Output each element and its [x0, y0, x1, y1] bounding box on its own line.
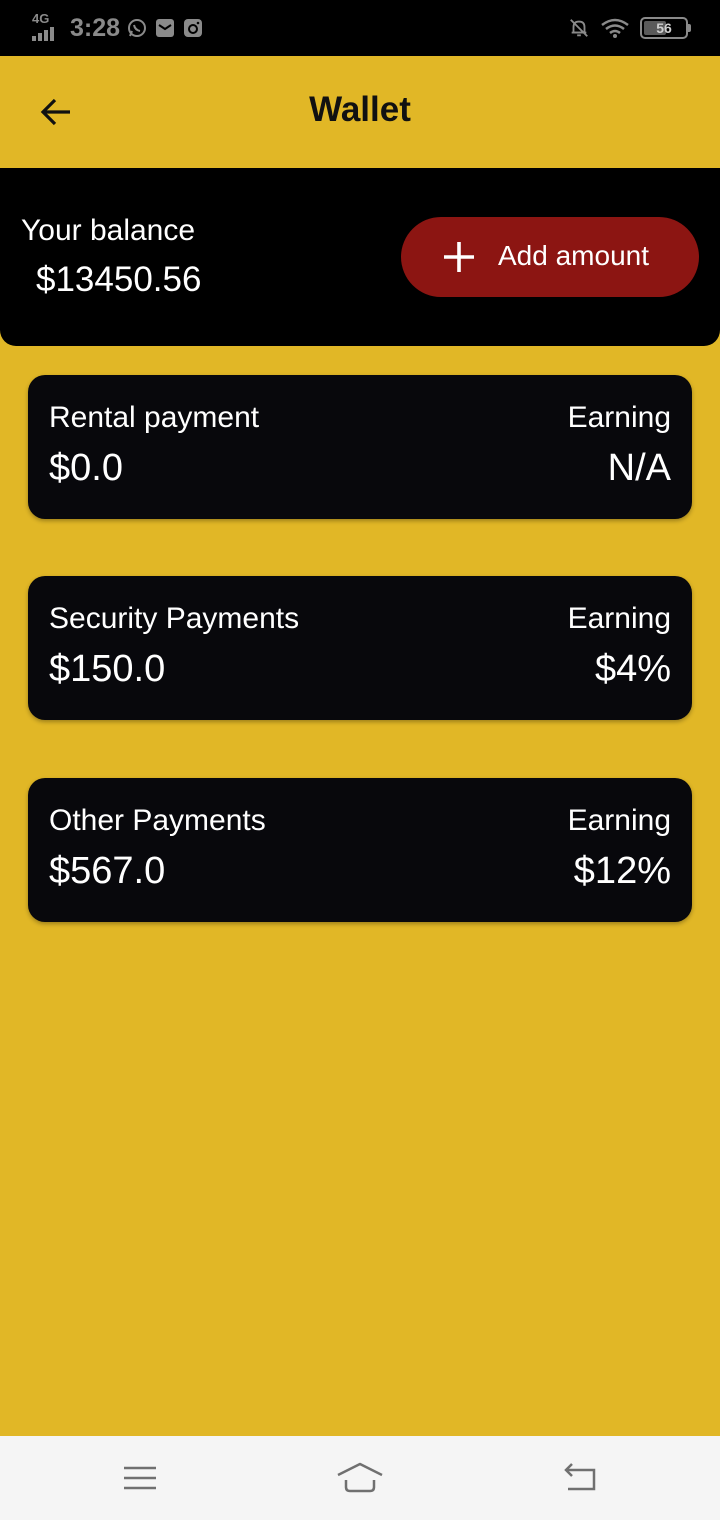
status-time: 3:28	[70, 13, 121, 42]
add-amount-label: Add amount	[498, 240, 649, 271]
payment-card-security[interactable]: Security Payments $150.0 Earning $4%	[28, 576, 692, 720]
status-right: 56	[568, 14, 691, 42]
earning-label: Earning	[567, 401, 671, 434]
earning-value: N/A	[607, 447, 671, 489]
card-amount: $150.0	[49, 648, 166, 690]
add-amount-button[interactable]: Add amount	[401, 217, 699, 297]
instagram-icon	[182, 17, 204, 39]
earning-value: $12%	[573, 850, 671, 892]
wifi-icon	[600, 17, 630, 39]
app-bar: Wallet	[0, 56, 720, 168]
whatsapp-icon	[126, 17, 148, 39]
balance-value: $13450.56	[36, 260, 202, 299]
back-nav-button[interactable]	[557, 1456, 603, 1500]
menu-icon	[124, 1466, 156, 1490]
earning-label: Earning	[567, 602, 671, 635]
home-button[interactable]	[335, 1456, 385, 1500]
earning-label: Earning	[567, 804, 671, 837]
balance-panel: Your balance $13450.56 Add amount	[0, 168, 720, 346]
battery-level: 56	[656, 20, 672, 36]
payment-card-other[interactable]: Other Payments $567.0 Earning $12%	[28, 778, 692, 922]
card-label: Security Payments	[49, 602, 300, 635]
menu-button[interactable]	[117, 1456, 163, 1500]
payment-card-rental[interactable]: Rental payment $0.0 Earning N/A	[28, 375, 692, 519]
status-bar: 4G 3:28 56	[0, 0, 720, 56]
bell-off-icon	[568, 17, 590, 39]
status-left: 4G 3:28	[32, 11, 204, 44]
card-label: Rental payment	[49, 401, 260, 434]
network-type: 4G	[32, 11, 50, 26]
card-amount: $0.0	[49, 447, 123, 489]
system-nav-bar	[0, 1436, 720, 1520]
battery-icon: 56	[640, 17, 691, 39]
plus-icon	[444, 242, 474, 272]
signal-indicator: 4G	[32, 11, 62, 43]
home-icon	[337, 1462, 383, 1493]
earning-value: $4%	[594, 648, 671, 690]
card-amount: $567.0	[49, 850, 166, 892]
mail-icon	[154, 17, 176, 39]
balance-label: Your balance	[21, 214, 196, 247]
signal-icon	[32, 27, 54, 41]
back-icon	[564, 1463, 596, 1491]
page-title: Wallet	[309, 90, 411, 129]
card-label: Other Payments	[49, 804, 266, 837]
